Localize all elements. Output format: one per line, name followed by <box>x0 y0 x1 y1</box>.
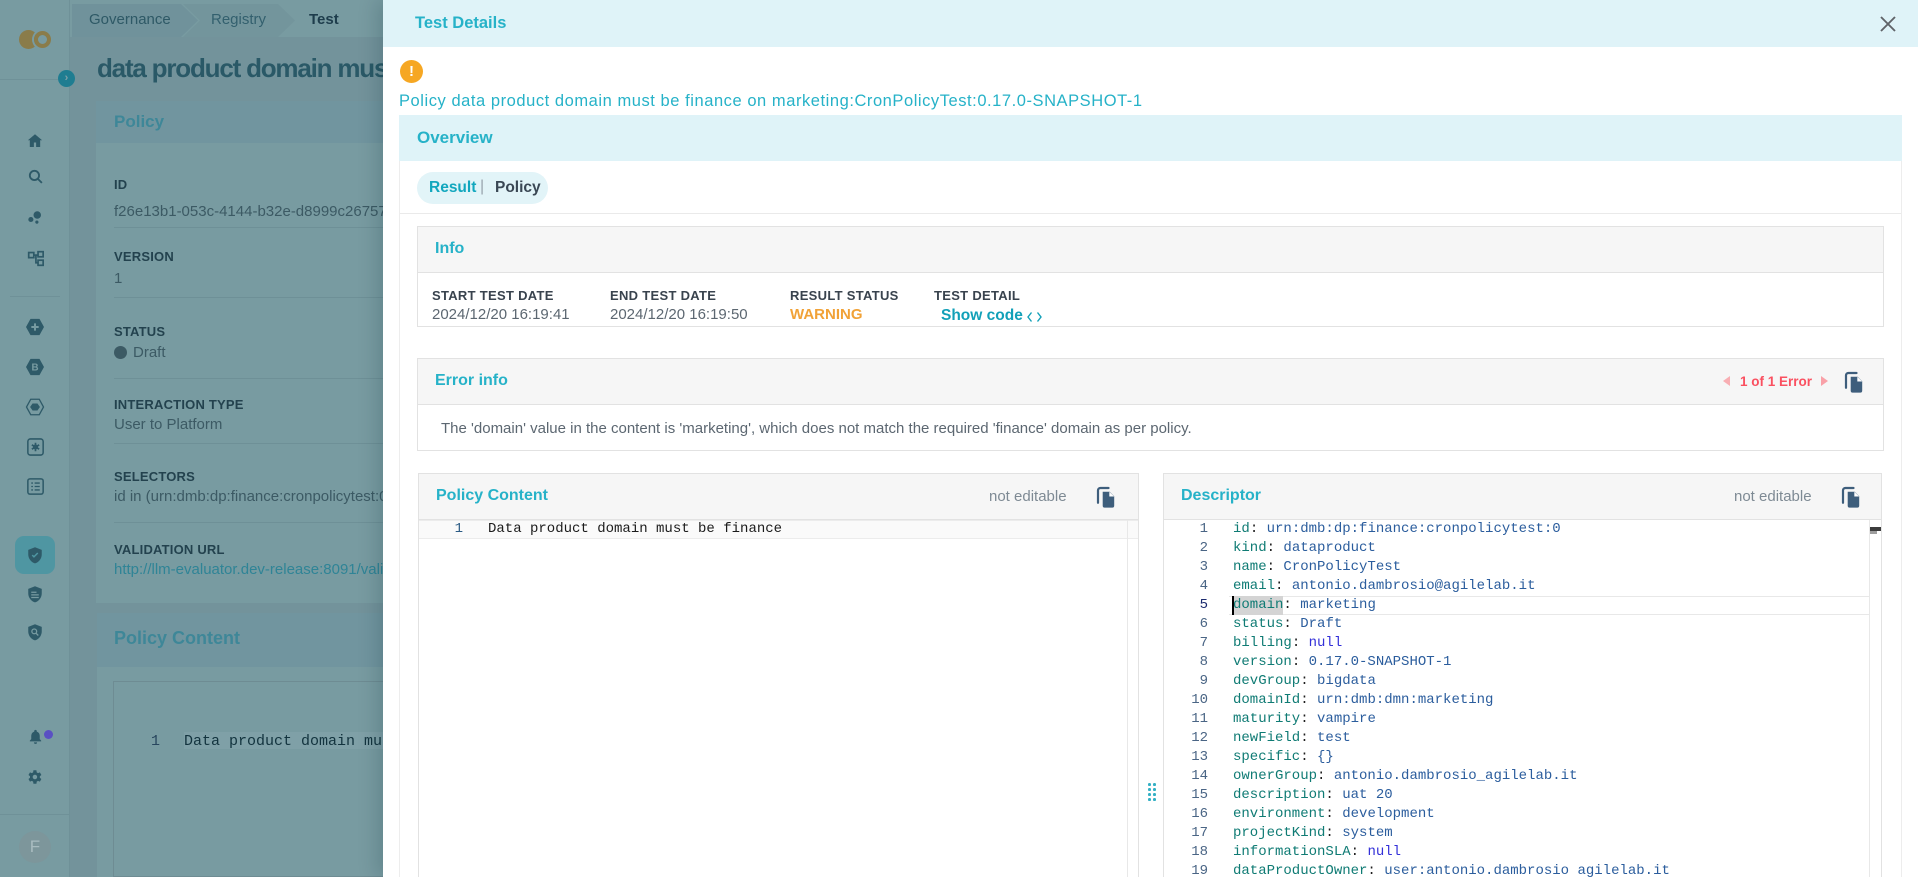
svg-text:B: B <box>31 363 38 374</box>
